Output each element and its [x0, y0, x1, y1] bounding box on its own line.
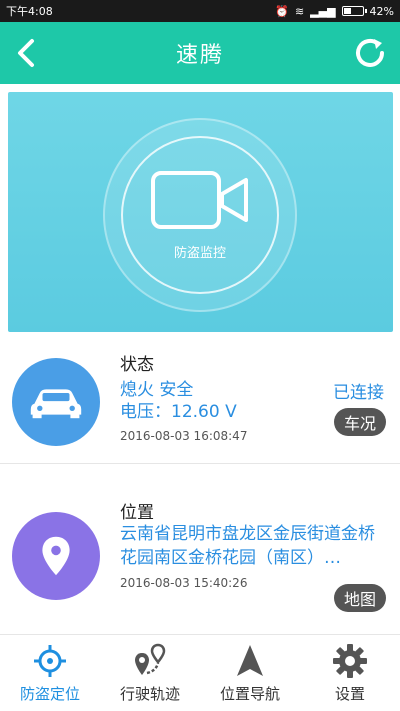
location-timestamp: 2016-08-03 15:40:26	[120, 576, 248, 590]
engine-security-status: 熄火 安全	[120, 380, 194, 400]
nav-label: 防盗定位	[19, 684, 80, 703]
anti-theft-monitor-panel[interactable]: 防盗监控	[8, 92, 393, 332]
alarm-icon: ⏰	[275, 4, 289, 18]
chevron-left-icon	[18, 39, 34, 67]
page-title: 速腾	[175, 43, 224, 68]
location-pin-icon	[42, 536, 70, 576]
divider	[0, 463, 400, 464]
nav-label: 设置	[334, 684, 365, 703]
nav-item-anti-theft-location[interactable]: 防盗定位	[0, 635, 100, 711]
connection-status: 已连接	[333, 383, 384, 403]
status-timestamp: 2016-08-03 16:08:47	[120, 429, 248, 443]
back-button[interactable]	[10, 35, 46, 71]
status-bar: 下午4:08 ⏰ ≋ ▂▄▆ 42%	[0, 0, 400, 22]
nav-item-settings[interactable]: 设置	[300, 635, 400, 711]
battery-level	[343, 8, 352, 14]
navigation-arrow-icon	[237, 644, 263, 676]
wifi-icon: ≋	[294, 4, 305, 18]
refresh-button[interactable]	[352, 35, 388, 71]
status-icons: ⏰ ≋ ▂▄▆ 42%	[275, 5, 394, 18]
monitor-label: 防盗监控	[173, 245, 226, 261]
nav-item-navigation[interactable]: 位置导航	[200, 635, 300, 711]
status-card[interactable]: 状态 熄火 安全 电压：12.60 V 已连接 2016-08-03 16:08…	[0, 342, 400, 460]
location-avatar	[12, 512, 100, 600]
nav-label: 位置导航	[219, 684, 280, 703]
monitor-outer-ring: 防盗监控	[103, 118, 297, 312]
map-button[interactable]: 地图	[333, 584, 386, 612]
location-card[interactable]: 位置 云南省昆明市盘龙区金辰街道金桥花园南区金桥花园（南区）… 2016-08-…	[0, 490, 400, 618]
route-pin-icon	[135, 643, 166, 675]
gear-icon	[333, 643, 367, 678]
bottom-navigation: 防盗定位 行驶轨迹 位置导航 设置	[0, 634, 400, 711]
crosshair-icon	[34, 644, 66, 677]
car-icon	[30, 389, 82, 419]
vehicle-condition-button[interactable]: 车况	[333, 408, 386, 436]
address-text: 云南省昆明市盘龙区金辰街道金桥花园南区金桥花园（南区）…	[120, 524, 375, 568]
signal-icon: ▂▄▆	[310, 4, 336, 18]
status-time: 下午4:08	[6, 5, 53, 18]
voltage-value: 电压：12.60 V	[120, 402, 237, 422]
monitor-button[interactable]: 防盗监控	[121, 136, 279, 294]
location-heading: 位置	[120, 503, 154, 523]
battery-percent: 42%	[369, 4, 394, 18]
refresh-icon	[356, 38, 384, 67]
battery-icon	[341, 6, 367, 16]
status-avatar	[12, 358, 100, 446]
app-bar: 速腾	[0, 22, 400, 84]
nav-item-driving-track[interactable]: 行驶轨迹	[100, 635, 200, 711]
nav-label: 行驶轨迹	[119, 684, 180, 703]
video-camera-icon	[151, 170, 248, 229]
status-heading: 状态	[120, 355, 154, 375]
